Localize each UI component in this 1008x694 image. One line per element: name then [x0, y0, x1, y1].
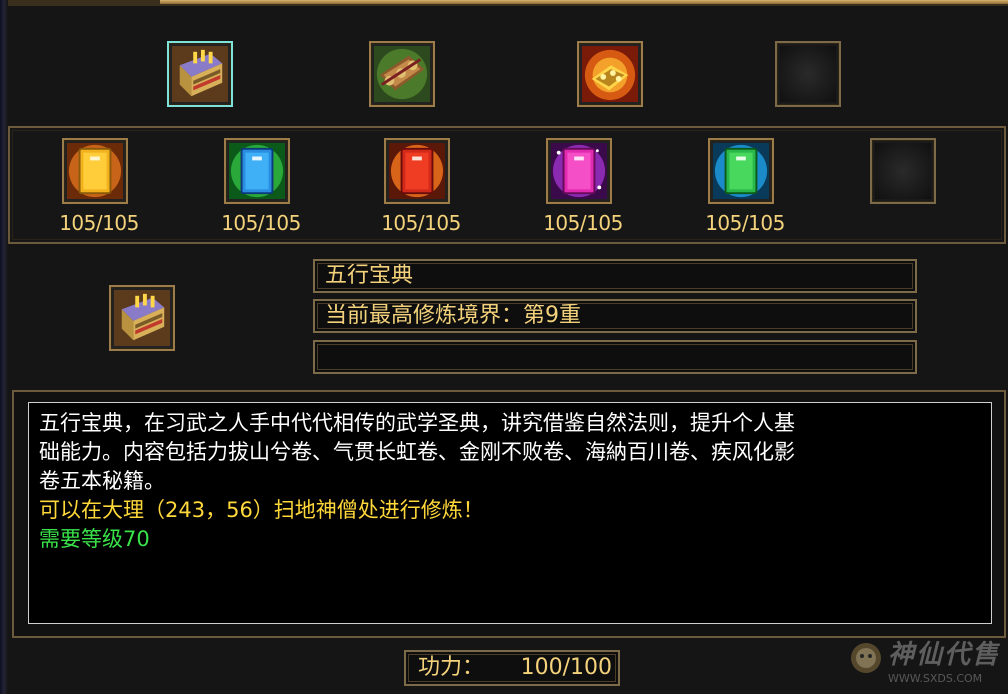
description-line-1: 五行宝典，在习武之人手中代代相传的武学圣典，讲究借鉴自然法则，提升个人基: [39, 411, 795, 435]
volume-slot-empty[interactable]: [870, 138, 936, 204]
description-line-3: 卷五本秘籍。: [39, 469, 165, 493]
watermark-text: 神仙代售: [888, 640, 1001, 670]
volume-slot-green[interactable]: [708, 138, 774, 204]
realm-field: 当前最高修炼境界：第9重: [313, 299, 917, 333]
volume-progress-red: 105/105: [381, 211, 461, 235]
extra-field: [313, 340, 917, 374]
gold-trim: [160, 0, 1008, 4]
power-value: 100/100: [520, 655, 612, 680]
description-box[interactable]: 五行宝典，在习武之人手中代代相传的武学圣典，讲究借鉴自然法则，提升个人基 础能力…: [28, 402, 992, 624]
level-requirement: 需要等级70: [39, 527, 150, 551]
top-slot-empty[interactable]: [775, 41, 841, 107]
top-slot-wuxing-book[interactable]: [167, 41, 233, 107]
watermark-url: WWW.SXDS.COM: [888, 672, 983, 685]
description-panel: 五行宝典，在习武之人手中代代相传的武学圣典，讲究借鉴自然法则，提升个人基 础能力…: [12, 390, 1006, 638]
watermark: 神仙代售 WWW.SXDS.COM: [848, 632, 1008, 694]
red-volume-icon: [389, 143, 445, 199]
empty-slot-icon: [875, 143, 931, 199]
green-volume-icon: [713, 143, 769, 199]
volume-slot-red[interactable]: [384, 138, 450, 204]
mascot-logo-icon: [851, 643, 881, 673]
scroll-chest-icon: [374, 46, 430, 102]
volume-slot-blue[interactable]: [224, 138, 290, 204]
volume-progress-yellow: 105/105: [59, 211, 139, 235]
volume-slot-purple[interactable]: [546, 138, 612, 204]
golden-treasure-icon: [582, 46, 638, 102]
power-label: 功力：: [418, 655, 485, 680]
volume-panel: [8, 126, 1006, 244]
blue-volume-icon: [229, 143, 285, 199]
empty-slot-icon: [780, 46, 836, 102]
purple-volume-icon: [551, 143, 607, 199]
wuxing-book-icon: [114, 290, 170, 346]
volume-progress-blue: 105/105: [221, 211, 301, 235]
volume-progress-purple: 105/105: [543, 211, 623, 235]
description-line-2: 础能力。内容包括力拔山兮卷、气贯长虹卷、金刚不败卷、海納百川卷、疾风化影: [39, 440, 795, 464]
volume-slot-yellow[interactable]: [62, 138, 128, 204]
power-display: 功力： 100/100: [404, 650, 620, 686]
top-slot-golden-treasure[interactable]: [577, 41, 643, 107]
top-frame-strip: [0, 0, 1008, 6]
top-slot-scroll-chest[interactable]: [369, 41, 435, 107]
left-frame-edge: [0, 0, 8, 694]
detail-icon-slot: [109, 285, 175, 351]
location-hint: 可以在大理（243，56）扫地神僧处进行修炼！: [39, 498, 484, 522]
wuxing-book-icon: [172, 46, 228, 102]
yellow-volume-icon: [67, 143, 123, 199]
volume-progress-green: 105/105: [705, 211, 785, 235]
book-name-field: 五行宝典: [313, 259, 917, 293]
